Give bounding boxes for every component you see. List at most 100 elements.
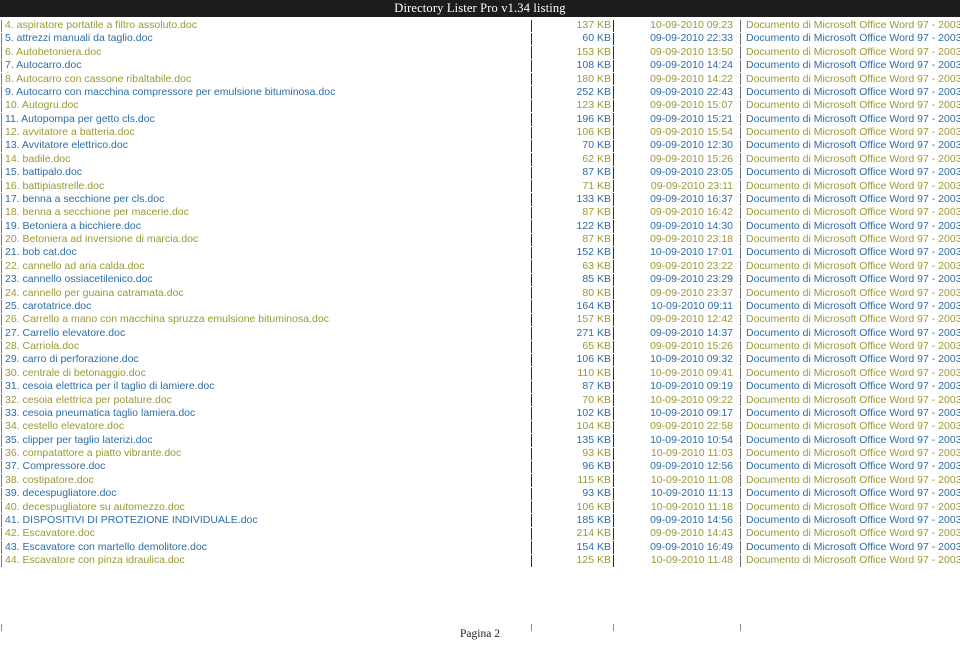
- table-row[interactable]: 36. compatattore a piatto vibrante.doc 93…: [0, 447, 960, 461]
- file-date-cell: 10-09-2010 11:03: [650, 447, 733, 459]
- table-row[interactable]: 6. Autobetoniera.doc 153 KB 09-09-2010 13:…: [0, 46, 960, 60]
- table-row[interactable]: 21. bob cat.doc 152 KB 10-09-2010 17:01 Doc…: [0, 246, 960, 260]
- file-name-cell[interactable]: 14. badile.doc: [5, 153, 525, 166]
- file-size-cell: 152 KB: [576, 246, 611, 259]
- file-name-cell[interactable]: 41. DISPOSITIVI DI PROTEZIONE INDIVIDUAL…: [5, 514, 525, 527]
- file-name-cell[interactable]: 30. centrale di betonaggio.doc: [5, 367, 525, 380]
- column-separator-size: [531, 260, 532, 273]
- file-name-cell[interactable]: 31. cesoia elettrica per il taglio di la…: [5, 380, 525, 393]
- table-row[interactable]: 10. Autogru.doc 123 KB 09-09-2010 15:07 Doc…: [0, 99, 960, 113]
- file-name-cell[interactable]: 8. Autocarro con cassone ribaltabile.doc: [5, 73, 525, 86]
- table-row[interactable]: 38. costipatore.doc 115 KB 10-09-2010 11:0…: [0, 474, 960, 488]
- file-type-cell: Documento di Microsoft Office Word 97 - …: [746, 286, 960, 299]
- table-row[interactable]: 8. Autocarro con cassone ribaltabile.doc…: [0, 73, 960, 86]
- file-name-cell[interactable]: 11. Autopompa per getto cls.doc: [5, 113, 525, 126]
- table-row[interactable]: 5. attrezzi manuali da taglio.doc 60 KB 09…: [0, 32, 960, 46]
- file-name-cell[interactable]: 24. cannello per guaina catramata.doc: [5, 287, 525, 300]
- file-type-cell: Documento di Microsoft Office Word 97 - …: [746, 460, 960, 473]
- file-size-cell: 65 KB: [582, 340, 611, 352]
- file-name-cell[interactable]: 5. attrezzi manuali da taglio.doc: [5, 32, 525, 45]
- file-name-cell[interactable]: 43. Escavatore con martello demolitore.d…: [5, 541, 525, 554]
- table-row[interactable]: 20. Betoniera ad inversione di marcia.do…: [0, 233, 960, 247]
- file-name-cell[interactable]: 20. Betoniera ad inversione di marcia.do…: [5, 233, 525, 246]
- column-separator-type: [740, 206, 741, 220]
- column-separator-type: [740, 32, 741, 46]
- file-name-cell[interactable]: 21. bob cat.doc: [5, 246, 525, 259]
- file-name-cell[interactable]: 27. Carrello elevatore.doc: [5, 327, 525, 340]
- table-row[interactable]: 33. cesoia pneumatica taglio lamiera.doc…: [0, 406, 960, 421]
- table-row[interactable]: 22. cannello ad aria calda.doc 63 KB 09-09…: [0, 259, 960, 274]
- table-row[interactable]: 34. cestello elevatore.doc 104 KB 09-09-20…: [0, 420, 960, 434]
- file-size-cell: 70 KB: [582, 393, 611, 406]
- table-row[interactable]: 42. Escavatore.doc 214 KB 09-09-2010 14:43…: [0, 527, 960, 541]
- column-separator-date: [613, 260, 614, 273]
- table-row[interactable]: 25. carotatrice.doc 164 KB 10-09-2010 09:1…: [0, 300, 960, 314]
- table-row[interactable]: 16. battipiastrelle.doc 71 KB 09-09-2010 2…: [0, 180, 960, 193]
- file-date-cell: 09-09-2010 16:49: [650, 540, 733, 553]
- table-row[interactable]: 40. decespugliatore su automezzo.doc 106 …: [0, 501, 960, 514]
- table-row[interactable]: 14. badile.doc 62 KB 09-09-2010 15:26 Docum…: [0, 153, 960, 167]
- table-row[interactable]: 30. centrale di betonaggio.doc 110 KB 10-0…: [0, 367, 960, 381]
- table-row[interactable]: 41. DISPOSITIVI DI PROTEZIONE INDIVIDUAL…: [0, 514, 960, 528]
- file-name-cell[interactable]: 15. battipalo.doc: [5, 166, 525, 179]
- column-separator-size: [531, 434, 532, 447]
- file-name-cell[interactable]: 44. Escavatore con pinza idraulica.doc: [5, 554, 525, 567]
- table-row[interactable]: 17. benna a secchione per cls.doc 133 KB 0…: [0, 193, 960, 207]
- file-name-cell[interactable]: 33. cesoia pneumatica taglio lamiera.doc: [5, 407, 525, 420]
- table-row[interactable]: 24. cannello per guaina catramata.doc 80 …: [0, 287, 960, 300]
- file-name-cell[interactable]: 10. Autogru.doc: [5, 99, 525, 112]
- table-row[interactable]: 9. Autocarro con macchina compressore pe…: [0, 86, 960, 100]
- file-type-cell: Documento di Microsoft Office Word 97 - …: [746, 406, 960, 419]
- file-name-cell[interactable]: 38. costipatore.doc: [5, 474, 525, 487]
- table-row[interactable]: 32. cesoia elettrica per potature.doc 70 …: [0, 394, 960, 407]
- file-name-cell[interactable]: 7. Autocarro.doc: [5, 59, 525, 72]
- column-separator-type: [740, 86, 741, 99]
- table-row[interactable]: 13. Avvitatore elettrico.doc 70 KB 09-09-2…: [0, 139, 960, 153]
- table-row[interactable]: 12. avvitatore a batteria.doc 106 KB 09-09…: [0, 126, 960, 140]
- column-separator-type: [740, 273, 741, 287]
- table-row[interactable]: 31. cesoia elettrica per il taglio di la…: [0, 380, 960, 394]
- column-separator-date: [613, 180, 614, 193]
- table-row[interactable]: 27. Carrello elevatore.doc 271 KB 09-09-20…: [0, 327, 960, 340]
- file-name-cell[interactable]: 6. Autobetoniera.doc: [5, 46, 525, 59]
- table-row[interactable]: 18. benna a secchione per macerie.doc 87 …: [0, 206, 960, 220]
- table-row[interactable]: 4. aspiratore portatile a filtro assolut…: [0, 19, 960, 33]
- table-row[interactable]: 37. Compressore.doc 96 KB 09-09-2010 12:56…: [0, 460, 960, 474]
- file-name-cell[interactable]: 29. carro di perforazione.doc: [5, 353, 525, 366]
- table-row[interactable]: 15. battipalo.doc 87 KB 09-09-2010 23:05 Do…: [0, 166, 960, 180]
- file-type-cell: Documento di Microsoft Office Word 97 - …: [746, 259, 960, 272]
- page-footer: Pagina 2: [0, 624, 960, 645]
- file-name-cell[interactable]: 4. aspiratore portatile a filtro assolut…: [5, 19, 525, 32]
- file-name-cell[interactable]: 36. compatattore a piatto vibrante.doc: [5, 447, 525, 460]
- file-name-cell[interactable]: 32. cesoia elettrica per potature.doc: [5, 394, 525, 407]
- table-row[interactable]: 29. carro di perforazione.doc 106 KB 10-09…: [0, 353, 960, 367]
- file-name-cell[interactable]: 40. decespugliatore su automezzo.doc: [5, 501, 525, 514]
- table-row[interactable]: 26. Carrello a mano con macchina spruzza…: [0, 313, 960, 327]
- file-name-cell[interactable]: 23. cannello ossiacetilenico.doc: [5, 273, 525, 286]
- table-row[interactable]: 19. Betoniera a bicchiere.doc 122 KB 09-09…: [0, 220, 960, 233]
- table-row[interactable]: 11. Autopompa per getto cls.doc 196 KB 09-…: [0, 113, 960, 126]
- table-row[interactable]: 7. Autocarro.doc 108 KB 09-09-2010 14:24 Do…: [0, 59, 960, 73]
- file-name-cell[interactable]: 37. Compressore.doc: [5, 460, 525, 473]
- file-name-cell[interactable]: 34. cestello elevatore.doc: [5, 420, 525, 433]
- file-name-cell[interactable]: 28. Carriola.doc: [5, 340, 525, 353]
- file-name-cell[interactable]: 17. benna a secchione per cls.doc: [5, 193, 525, 206]
- table-row[interactable]: 44. Escavatore con pinza idraulica.doc 12…: [0, 554, 960, 568]
- table-row[interactable]: 28. Carriola.doc 65 KB 09-09-2010 15:26 Doc…: [0, 340, 960, 354]
- table-row[interactable]: 43. Escavatore con martello demolitore.d…: [0, 541, 960, 554]
- file-name-cell[interactable]: 16. battipiastrelle.doc: [5, 180, 525, 193]
- file-name-cell[interactable]: 9. Autocarro con macchina compressore pe…: [5, 86, 525, 99]
- table-row[interactable]: 39. decespugliatore.doc 93 KB 10-09-2010 1…: [0, 487, 960, 501]
- file-name-cell[interactable]: 26. Carrello a mano con macchina spruzza…: [5, 313, 525, 326]
- file-name-cell[interactable]: 18. benna a secchione per macerie.doc: [5, 206, 525, 219]
- file-name-cell[interactable]: 42. Escavatore.doc: [5, 527, 525, 540]
- file-name-cell[interactable]: 22. cannello ad aria calda.doc: [5, 260, 525, 273]
- file-name-cell[interactable]: 35. clipper per taglio laterizi.doc: [5, 434, 525, 447]
- file-name-cell[interactable]: 19. Betoniera a bicchiere.doc: [5, 220, 525, 233]
- file-name-cell[interactable]: 12. avvitatore a batteria.doc: [5, 126, 525, 139]
- table-row[interactable]: 23. cannello ossiacetilenico.doc 85 KB 09-…: [0, 273, 960, 287]
- file-name-cell[interactable]: 39. decespugliatore.doc: [5, 487, 525, 500]
- file-name-cell[interactable]: 13. Avvitatore elettrico.doc: [5, 139, 525, 152]
- file-name-cell[interactable]: 25. carotatrice.doc: [5, 300, 525, 313]
- table-row[interactable]: 35. clipper per taglio laterizi.doc 135 K…: [0, 434, 960, 447]
